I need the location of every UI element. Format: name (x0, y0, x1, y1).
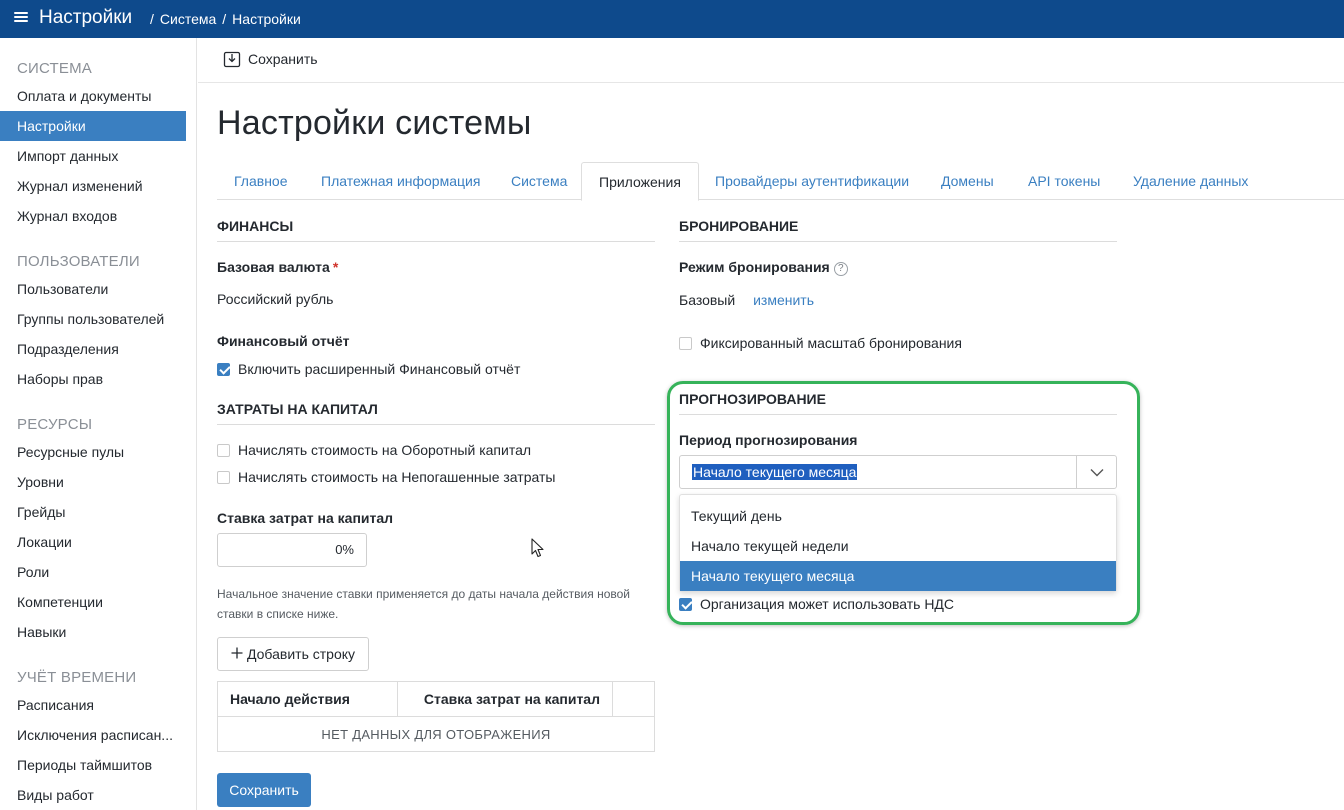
sidebar-item-roles[interactable]: Роли (0, 557, 186, 587)
extended-report-checkbox[interactable] (217, 362, 230, 376)
fixed-scale-label: Фиксированный масштаб бронирования (700, 335, 962, 351)
outstanding-costs-label: Начислять стоимость на Непогашенные затр… (238, 469, 556, 485)
sidebar-group-title: РЕСУРСЫ (17, 416, 93, 433)
sidebar-item-work-types[interactable]: Виды работ (0, 780, 186, 810)
required-mark: * (332, 259, 339, 275)
table-empty-message: НЕТ ДАННЫХ ДЛЯ ОТОБРАЖЕНИЯ (321, 727, 551, 742)
financial-report-label: Финансовый отчёт (217, 333, 350, 349)
column-header-actions (613, 682, 654, 716)
page-title: Настройки системы (217, 104, 532, 142)
table-header: Начало действия Ставка затрат на капитал (218, 682, 654, 717)
sidebar-item-payment[interactable]: Оплата и документы (0, 81, 186, 111)
capital-rate-label: Ставка затрат на капитал (217, 510, 394, 526)
menu-icon[interactable] (14, 10, 28, 24)
outstanding-costs-checkbox[interactable] (217, 470, 230, 484)
vat-checkbox[interactable] (679, 597, 692, 611)
save-icon (223, 50, 241, 68)
sidebar-item-schedules[interactable]: Расписания (0, 690, 186, 720)
capital-rate-input[interactable]: 0% (217, 533, 367, 567)
sidebar-item-timesheet-periods[interactable]: Периоды таймшитов (0, 750, 186, 780)
working-capital-option[interactable]: Начислять стоимость на Оборотный капитал (217, 442, 531, 458)
forecast-period-dropdown: Текущий день Начало текущей недели Начал… (679, 494, 1117, 592)
booking-mode-row: Базовый изменить (679, 292, 814, 308)
sidebar: СИСТЕМА Оплата и документы Настройки Имп… (0, 38, 197, 810)
dropdown-option-current-day[interactable]: Текущий день (680, 501, 1116, 531)
vat-label: Организация может использовать НДС (700, 596, 955, 612)
add-row-button[interactable]: Добавить строку (217, 637, 369, 671)
breadcrumb-system[interactable]: Система (160, 11, 216, 27)
toolbar-save-label: Сохранить (248, 51, 318, 67)
change-booking-mode-link[interactable]: изменить (753, 292, 814, 308)
tab-main[interactable]: Главное (217, 162, 305, 200)
toolbar-save-button[interactable]: Сохранить (223, 50, 318, 68)
add-row-label: Добавить строку (246, 646, 356, 662)
tab-system[interactable]: Система (494, 162, 584, 200)
breadcrumb-separator: / (222, 11, 227, 27)
forecast-period-selected: Начало текущего месяца (692, 464, 858, 480)
column-header-start[interactable]: Начало действия (218, 682, 398, 716)
sidebar-item-changelog[interactable]: Журнал изменений (0, 171, 186, 201)
tab-payment-info[interactable]: Платежная информация (304, 162, 497, 200)
fixed-scale-option[interactable]: Фиксированный масштаб бронирования (679, 335, 962, 351)
tab-applications[interactable]: Приложения (581, 162, 699, 201)
capital-rate-table: Начало действия Ставка затрат на капитал… (217, 681, 655, 752)
sidebar-group-title: УЧЁТ ВРЕМЕНИ (17, 669, 137, 686)
tab-data-deletion[interactable]: Удаление данных (1116, 162, 1265, 200)
sidebar-item-users[interactable]: Пользователи (0, 274, 186, 304)
sidebar-group-title: СИСТЕМА (17, 60, 93, 77)
currency-label: Базовая валюта * (217, 259, 338, 275)
dropdown-option-month-start[interactable]: Начало текущего месяца (680, 561, 1116, 591)
breadcrumb-separator: / (150, 11, 154, 27)
dropdown-option-week-start[interactable]: Начало текущей недели (680, 531, 1116, 561)
breadcrumb-current: Настройки (232, 11, 301, 27)
finance-section-title: ФИНАНСЫ (217, 218, 655, 242)
sidebar-group-title: ПОЛЬЗОВАТЕЛИ (17, 253, 140, 270)
sidebar-item-settings[interactable]: Настройки (0, 111, 186, 141)
sidebar-item-import[interactable]: Импорт данных (0, 141, 186, 171)
extended-report-option[interactable]: Включить расширенный Финансовый отчёт (217, 361, 520, 377)
sidebar-item-departments[interactable]: Подразделения (0, 334, 186, 364)
tab-api-tokens[interactable]: API токены (1011, 162, 1117, 200)
booking-section-title: БРОНИРОВАНИЕ (679, 218, 1117, 242)
forecast-period-select[interactable]: Начало текущего месяца (679, 455, 1117, 489)
sidebar-item-permission-sets[interactable]: Наборы прав (0, 364, 186, 394)
forecast-section-title: ПРОГНОЗИРОВАНИЕ (679, 391, 1117, 415)
save-button[interactable]: Сохранить (217, 773, 311, 807)
sidebar-item-levels[interactable]: Уровни (0, 467, 186, 497)
sidebar-item-skills[interactable]: Навыки (0, 617, 186, 647)
booking-mode-label: Режим бронирования? (679, 259, 848, 276)
tab-auth-providers[interactable]: Провайдеры аутентификации (698, 162, 926, 200)
sidebar-item-resource-pools[interactable]: Ресурсные пулы (0, 437, 186, 467)
outstanding-costs-option[interactable]: Начислять стоимость на Непогашенные затр… (217, 469, 555, 485)
sidebar-item-competencies[interactable]: Компетенции (0, 587, 186, 617)
currency-value: Российский рубль (217, 291, 334, 307)
sidebar-item-user-groups[interactable]: Группы пользователей (0, 304, 186, 334)
toolbar: Сохранить (198, 38, 1344, 83)
column-header-rate[interactable]: Ставка затрат на капитал (398, 682, 613, 716)
sidebar-item-grades[interactable]: Грейды (0, 497, 186, 527)
extended-report-label: Включить расширенный Финансовый отчёт (238, 361, 521, 377)
capital-section-title: ЗАТРАТЫ НА КАПИТАЛ (217, 401, 655, 425)
app-title: Настройки (39, 7, 133, 28)
help-icon[interactable]: ? (833, 262, 848, 276)
forecast-period-label: Период прогнозирования (679, 432, 858, 448)
vat-option[interactable]: Организация может использовать НДС (679, 596, 954, 612)
booking-mode-label-text: Режим бронирования (679, 259, 830, 275)
sidebar-item-locations[interactable]: Локации (0, 527, 186, 557)
working-capital-label: Начислять стоимость на Оборотный капитал (238, 442, 532, 458)
capital-rate-hint: Начальное значение ставки применяется до… (217, 587, 631, 621)
tab-domains[interactable]: Домены (924, 162, 1011, 200)
tab-bar: Главное Платежная информация Система При… (217, 162, 1344, 201)
mouse-cursor-icon (531, 538, 545, 561)
currency-label-text: Базовая валюта (217, 259, 330, 275)
working-capital-checkbox[interactable] (217, 443, 230, 457)
fixed-scale-checkbox[interactable] (679, 336, 692, 350)
booking-mode-value: Базовый (679, 292, 736, 308)
plus-icon (231, 646, 243, 662)
sidebar-item-schedule-exceptions[interactable]: Исключения расписан... (0, 720, 186, 750)
top-bar: Настройки / Система / Настройки (0, 0, 1344, 38)
breadcrumb: / Система / Настройки (150, 11, 301, 27)
sidebar-item-login-log[interactable]: Журнал входов (0, 201, 186, 231)
chevron-down-icon[interactable] (1076, 456, 1116, 488)
